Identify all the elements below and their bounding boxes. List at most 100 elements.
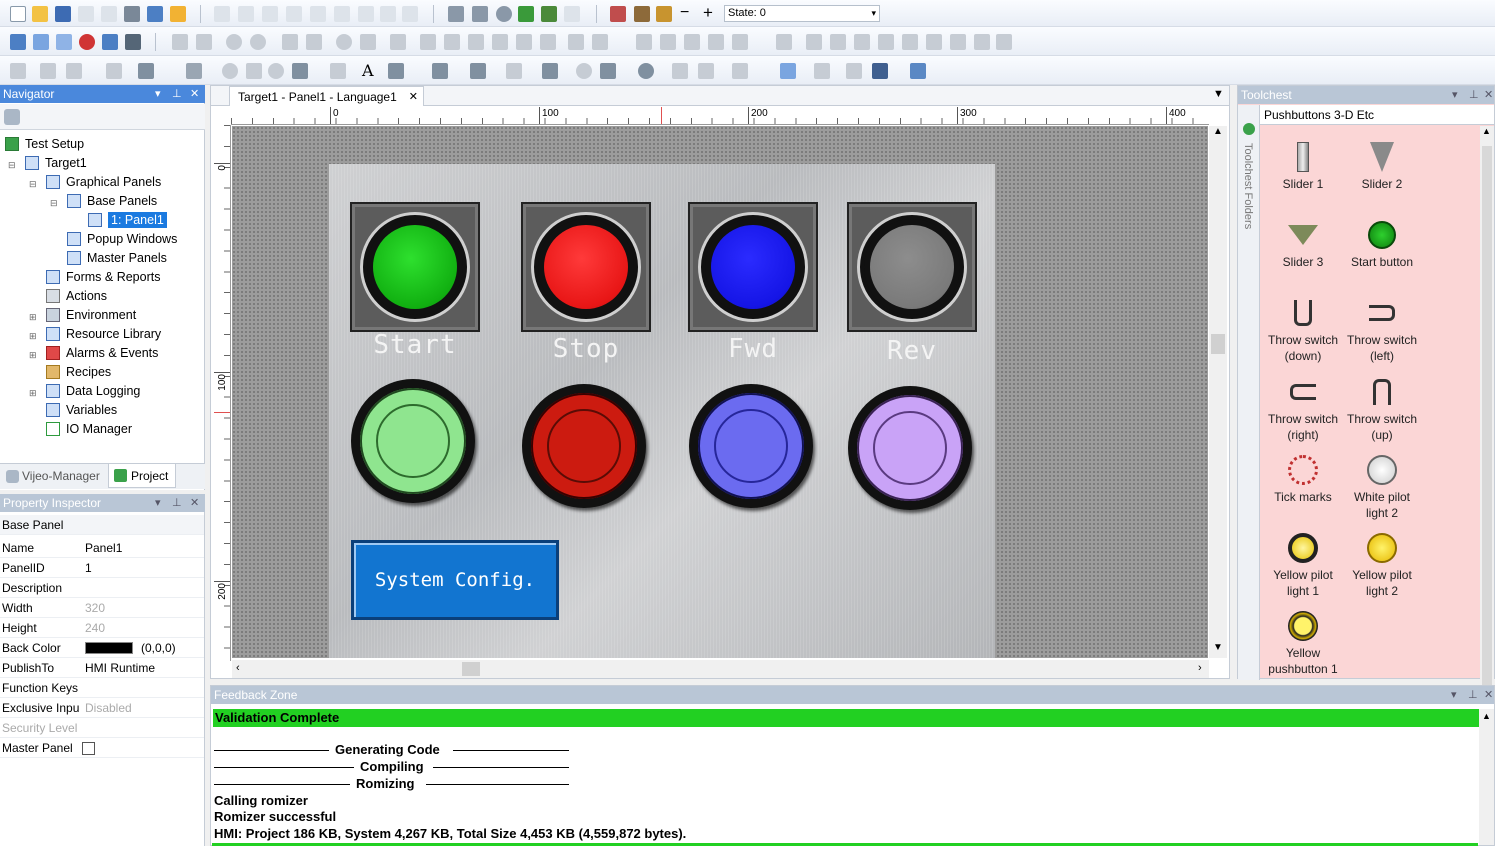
settings-icon[interactable] — [4, 109, 20, 125]
feedback-scrollbar[interactable]: ▲ — [1479, 709, 1494, 845]
layer-icon[interactable] — [776, 34, 792, 50]
scroll-left-icon[interactable]: ‹ — [236, 662, 240, 674]
property-row-publishto[interactable]: PublishTo HMI Runtime — [0, 658, 204, 678]
toolchest-item-start-button[interactable]: Start button — [1342, 218, 1422, 270]
close-icon[interactable]: ✕ — [409, 87, 418, 107]
property-row-name[interactable]: Name Panel1 — [0, 538, 204, 558]
paste-icon[interactable] — [310, 6, 326, 22]
toolchest-item-throw-switch-right[interactable]: Throw switch (right) — [1263, 375, 1343, 443]
copy-icon[interactable] — [286, 6, 302, 22]
tree-item-test-setup[interactable]: Test Setup — [5, 135, 84, 154]
order-4-icon[interactable] — [878, 34, 894, 50]
scroll-up-icon[interactable]: ▲ — [1213, 126, 1223, 137]
order-2-icon[interactable] — [830, 34, 846, 50]
circle-button-icon[interactable] — [638, 63, 654, 79]
toolchest-item-slider-3[interactable]: Slider 3 — [1263, 218, 1343, 270]
close-icon[interactable]: ✕ — [1484, 686, 1493, 704]
align-right-icon[interactable] — [468, 34, 484, 50]
hierarchy-icon[interactable] — [780, 63, 796, 79]
pilot-light-green[interactable] — [351, 379, 475, 503]
document-icon[interactable] — [564, 6, 580, 22]
search-icon[interactable] — [846, 63, 862, 79]
horizontal-scrollbar[interactable]: ‹ › — [232, 660, 1209, 678]
bring-front-icon[interactable] — [708, 34, 724, 50]
table-icon[interactable] — [698, 63, 714, 79]
stop-button[interactable] — [521, 202, 651, 332]
pointer-icon[interactable] — [10, 63, 26, 79]
property-row-description[interactable]: Description — [0, 578, 204, 598]
scroll-thumb[interactable] — [1482, 146, 1492, 686]
selector-icon[interactable] — [542, 63, 558, 79]
property-row-panelid[interactable]: PanelID 1 — [0, 558, 204, 578]
home-icon[interactable] — [541, 6, 557, 22]
property-row-exclusive-input[interactable]: Exclusive Inpu Disabled — [0, 698, 204, 718]
dropdown-icon[interactable]: ▾ — [1451, 686, 1457, 704]
panel-icon[interactable] — [10, 34, 26, 50]
paste-special-icon[interactable] — [334, 6, 350, 22]
toolchest-item-slider-2[interactable]: Slider 2 — [1342, 140, 1422, 192]
ellipse-icon[interactable] — [222, 63, 238, 79]
property-row-width[interactable]: Width 320 — [0, 598, 204, 618]
lamp-icon[interactable] — [470, 63, 486, 79]
scroll-up-icon[interactable]: ▲ — [1482, 126, 1491, 136]
tab-project[interactable]: Project — [108, 464, 176, 488]
same-width-icon[interactable] — [636, 34, 652, 50]
save-icon[interactable] — [55, 6, 71, 22]
binoculars-icon[interactable] — [125, 34, 141, 50]
tree-item-master-panels[interactable]: Master Panels — [67, 249, 167, 268]
trend-icon[interactable] — [732, 63, 748, 79]
frame-icon[interactable] — [390, 34, 406, 50]
collapse-icon[interactable]: ⊟ — [29, 179, 37, 190]
pilot-light-red[interactable] — [522, 384, 646, 508]
toolchest-item-yellow-pushbutton-1[interactable]: Yellow pushbutton 1 — [1263, 609, 1343, 677]
same-height-icon[interactable] — [660, 34, 676, 50]
grid-icon[interactable] — [102, 34, 118, 50]
color-swatch[interactable] — [85, 642, 133, 654]
group-icon[interactable] — [196, 34, 212, 50]
record-icon[interactable] — [79, 34, 95, 50]
line-icon[interactable] — [66, 63, 82, 79]
hmi-panel[interactable]: Start Stop Fwd Rev System Config. — [329, 164, 995, 658]
toolchest-item-white-pilot-light-2[interactable]: White pilot light 2 — [1342, 453, 1422, 521]
tree-item-target1[interactable]: Target1 — [25, 154, 87, 173]
undo-icon[interactable] — [214, 6, 230, 22]
redo-icon[interactable] — [238, 6, 254, 22]
replace-icon[interactable] — [402, 6, 418, 22]
tree-item-popup-windows[interactable]: Popup Windows — [67, 230, 177, 249]
collapse-icon[interactable]: ⊟ — [8, 160, 16, 171]
pilot-light-blue[interactable] — [689, 384, 813, 508]
send-back-icon[interactable] — [732, 34, 748, 50]
rotate-alt-icon[interactable] — [250, 34, 266, 50]
delete-icon[interactable] — [358, 6, 374, 22]
toolchest-item-throw-switch-down[interactable]: Throw switch (down) — [1263, 296, 1343, 364]
toolchest-item-slider-1[interactable]: Slider 1 — [1263, 140, 1343, 192]
bargraph-icon[interactable] — [600, 63, 616, 79]
distribute-v-icon[interactable] — [592, 34, 608, 50]
close-icon[interactable]: ✕ — [1484, 86, 1493, 104]
order-7-icon[interactable] — [950, 34, 966, 50]
matrix-icon[interactable] — [910, 63, 926, 79]
forward-arrow-icon[interactable] — [472, 6, 488, 22]
alarm-icon[interactable] — [814, 63, 830, 79]
stop-icon[interactable] — [496, 6, 512, 22]
tree-item-variables[interactable]: Variables — [46, 401, 117, 420]
tree-item-data-logging[interactable]: Data Logging — [46, 382, 140, 401]
tree-item-forms-reports[interactable]: Forms & Reports — [46, 268, 160, 287]
chevron-down-icon[interactable]: ▼ — [1213, 88, 1224, 100]
back-arrow-icon[interactable] — [448, 6, 464, 22]
rectangle-icon[interactable] — [186, 63, 202, 79]
connection-icon[interactable] — [634, 6, 650, 22]
snap-icon[interactable] — [360, 34, 376, 50]
toolchest-folders-strip[interactable]: Toolchest Folders — [1238, 105, 1260, 680]
toolchest-item-throw-switch-left[interactable]: Throw switch (left) — [1342, 296, 1422, 364]
scroll-thumb[interactable] — [462, 662, 480, 676]
panel-list-icon[interactable] — [33, 34, 49, 50]
lock-icon[interactable] — [656, 6, 672, 22]
pilot-light-violet[interactable] — [848, 386, 972, 510]
align-bottom-icon[interactable] — [540, 34, 556, 50]
order-8-icon[interactable] — [974, 34, 990, 50]
scroll-down-icon[interactable]: ▼ — [1213, 642, 1223, 653]
align-top-icon[interactable] — [492, 34, 508, 50]
minus-icon[interactable]: − — [680, 4, 689, 22]
list-icon[interactable] — [330, 63, 346, 79]
